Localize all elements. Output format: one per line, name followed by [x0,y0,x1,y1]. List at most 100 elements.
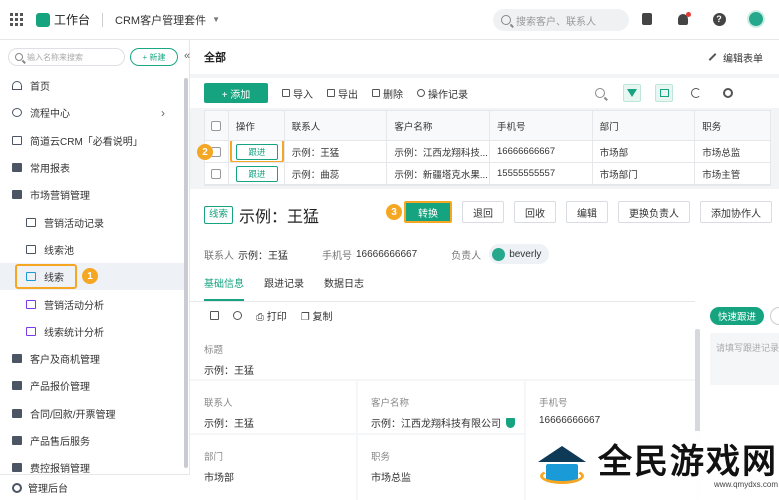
step-badge-2: 2 [197,144,213,160]
sidebar-scrollbar[interactable] [184,78,188,468]
user-avatar[interactable] [747,10,765,28]
follow-up-button[interactable]: 跟进 [235,165,278,182]
edit-form-button[interactable]: 编辑表单 [708,50,763,65]
sidebar-item-lead-pool[interactable]: 线索池 [0,236,185,263]
tab-basic-info[interactable]: 基础信息 [204,275,244,301]
recycle-button[interactable]: 回收 [514,201,556,223]
tab-data-log[interactable]: 数据日志 [324,275,364,301]
row-checkbox[interactable] [211,168,222,179]
column-header[interactable]: 职务 [695,111,770,140]
edit-button[interactable]: 编辑 [566,201,608,223]
sidebar-item-campaign-analysis[interactable]: 营销活动分析 [0,290,185,317]
change-owner-button[interactable]: 更换负责人 [618,201,690,223]
owner-pill[interactable]: beverly [489,244,550,264]
sidebar-menu: 首页 流程中心 › 简道云CRM「必看说明」 常用报表 市场营销管理 营销活动记… [0,72,185,481]
select-all-checkbox[interactable] [211,120,222,131]
follow-record-input[interactable]: 请填写跟进记录 [710,333,779,385]
settings-button[interactable] [719,84,737,102]
workspace-label: 工作台 [54,13,91,27]
tab-follow-records[interactable]: 跟进记录 [264,275,304,301]
search-icon [501,15,511,25]
detail-title: 示例：王猛 [239,209,320,226]
book-icon[interactable] [639,11,655,27]
select-all-cell[interactable] [205,111,229,140]
filter-button[interactable] [623,84,641,102]
import-button[interactable]: 导入 [282,86,313,101]
lead-tag: 线索 [204,206,234,224]
export-button[interactable]: 导出 [327,86,358,101]
column-header[interactable]: 手机号 [490,111,593,140]
column-header[interactable]: 联系人 [285,111,388,140]
global-search[interactable]: 搜索客户、联系人 [493,9,629,31]
top-bar: 工作台 CRM客户管理套件 ▼ 搜索客户、联系人 ? [0,0,779,40]
sidebar-item-leads[interactable]: 线索 1 [0,263,185,291]
field-label: 联系人 [204,398,233,409]
sidebar-item-campaign-records[interactable]: 营销活动记录 [0,208,185,235]
column-header[interactable]: 客户名称 [387,111,490,140]
copy-label: 复制 [312,312,333,323]
app-grid-icon[interactable] [10,12,24,27]
flow-icon [12,108,22,118]
bell-icon[interactable] [675,11,691,27]
return-button[interactable]: 退回 [462,201,504,223]
highlight-box [15,264,77,290]
quick-follow-toggle[interactable] [770,307,779,325]
field-value: 16666666667 [539,415,601,426]
sidebar-item-lead-stats[interactable]: 线索统计分析 [0,318,185,345]
field-contact: 联系人 示例：王猛 [190,381,356,433]
convert-button[interactable]: 转换 [404,201,452,223]
field-value[interactable]: 示例：江西龙翔科技有限公司 [371,415,501,430]
sidebar-item-label: 首页 [30,82,50,94]
row-select-cell[interactable] [205,163,229,184]
table-search-button[interactable] [591,84,609,102]
sidebar-item-quotes[interactable]: 产品报价管理 [0,372,185,399]
sidebar-item-after-sales[interactable]: 产品售后服务 [0,427,185,454]
sidebar-item-reports[interactable]: 常用报表 [0,154,185,181]
workspace-link[interactable]: 工作台 [36,11,90,28]
admin-console-link[interactable]: 管理后台 [0,474,190,500]
folder-icon [12,381,22,391]
sidebar-item-contracts[interactable]: 合同/回款/开票管理 [0,400,185,427]
edit-form-label: 编辑表单 [723,53,763,65]
phone-cell: 15555555557 [490,163,593,184]
folder-icon [12,354,22,364]
dept-cell: 市场部 [593,141,696,162]
sidebar-item-customers[interactable]: 客户及商机管理 [0,345,185,372]
add-collaborator-button[interactable]: 添加协作人 [700,201,772,223]
sidebar-item-guide[interactable]: 简道云CRM「必看说明」 [0,127,185,154]
sidebar-item-home[interactable]: 首页 [0,72,185,99]
folder-icon [12,408,22,418]
add-button[interactable]: + 添加 [204,83,268,103]
field-label: 职务 [371,452,391,463]
sidebar-item-flow-center[interactable]: 流程中心 › [0,99,185,126]
caret-down-icon[interactable]: ▼ [212,15,220,24]
help-icon[interactable]: ? [711,11,727,27]
ops-log-button[interactable]: 操作记录 [417,86,468,101]
chart-icon [26,326,36,336]
copy-button[interactable]: ❐ 复制 [301,308,333,323]
sidebar-item-marketing[interactable]: 市场营销管理 [0,181,185,208]
column-header[interactable]: 操作 [229,111,285,140]
search-icon [15,53,23,61]
page-title: 全部 [204,52,226,64]
share-icon[interactable] [233,311,242,320]
table-header-row: 操作 联系人 客户名称 手机号 部门 职务 [205,111,770,141]
table-row[interactable]: 跟进 示例：王猛 示例：江西龙翔科技... 16666666667 市场部 市场… [197,141,770,163]
new-button[interactable]: + 新建 [130,48,178,66]
folder-icon [12,163,22,173]
import-icon [282,89,290,97]
view-button[interactable] [655,84,673,102]
folder-icon [12,463,22,473]
table-row[interactable]: 跟进 示例：曲蕊 示例：新疆塔克水果... 15555555557 市场部门 市… [205,163,770,185]
app-name[interactable]: CRM客户管理套件 [115,12,206,28]
quick-follow-button[interactable]: 快速跟进 [710,307,764,325]
delete-button[interactable]: 删除 [372,86,403,101]
sidebar-search-input[interactable]: 输入名称来搜索 [8,48,125,66]
print-button[interactable]: ⎙ 打印 [256,308,287,323]
column-header[interactable]: 部门 [593,111,696,140]
image-icon[interactable] [210,311,219,320]
refresh-button[interactable] [687,84,705,102]
divider [102,12,104,27]
clock-icon [417,89,425,97]
customer-cell: 示例：新疆塔克水果... [387,163,490,184]
